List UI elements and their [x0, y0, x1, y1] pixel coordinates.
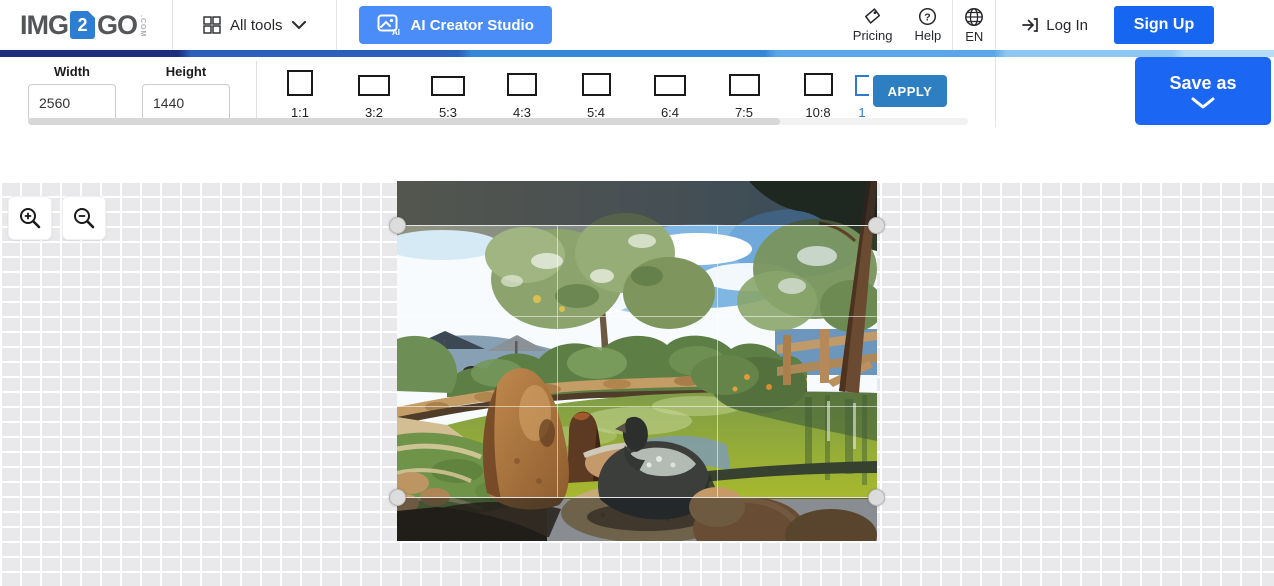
ratio-option-4-3[interactable]: 4:3 — [485, 64, 559, 120]
ratio-option-5-3[interactable]: 5:3 — [411, 64, 485, 120]
crop-grid-line — [397, 316, 877, 317]
crop-handle-bottom-left[interactable] — [389, 489, 406, 506]
pricing-link[interactable]: Pricing — [842, 7, 904, 43]
ratio-shape — [654, 64, 686, 96]
crop-handle-top-left[interactable] — [389, 217, 406, 234]
crop-handle-bottom-right[interactable] — [868, 489, 885, 506]
crop-handle-top-right[interactable] — [868, 217, 885, 234]
svg-text:?: ? — [925, 12, 931, 23]
chevron-down-icon — [1191, 97, 1215, 109]
globe-icon — [965, 7, 984, 26]
toolbar-scrollbar-thumb[interactable] — [28, 118, 780, 125]
apply-button[interactable]: APPLY — [873, 75, 947, 107]
all-tools-label: All tools — [230, 16, 283, 34]
ratio-shape — [507, 64, 537, 96]
ratio-option-1-1[interactable]: 1:1 — [263, 64, 337, 120]
pond-photo — [397, 181, 877, 541]
crop-shade-top — [397, 181, 877, 225]
ratio-shape — [581, 64, 611, 96]
ratio-option-10-8[interactable]: 10:8 — [781, 64, 855, 120]
img2go-logo[interactable]: IMG 2 GO .COM — [20, 11, 146, 39]
resize-toolbar: Width Height 1:13:25:34:35:46:47:510:8 1… — [0, 57, 1274, 127]
grid-icon — [203, 16, 221, 34]
header-divider — [335, 0, 337, 50]
zoom-controls — [8, 196, 106, 240]
save-as-button[interactable]: Save as — [1135, 57, 1271, 125]
width-field-group: Width — [28, 62, 116, 122]
ratio-option-6-4[interactable]: 6:4 — [633, 64, 707, 120]
height-input[interactable] — [142, 84, 230, 122]
zoom-out-icon — [74, 208, 95, 229]
height-label: Height — [165, 64, 207, 79]
svg-text:AI: AI — [392, 28, 400, 36]
ratio-shape — [358, 64, 390, 96]
language-selector[interactable]: EN — [953, 7, 995, 44]
toolbar-controls: Width Height 1:13:25:34:35:46:47:510:8 1… — [0, 57, 995, 127]
logo-tld: .COM — [139, 15, 147, 38]
ratio-shape — [803, 64, 833, 96]
ratio-shape — [287, 64, 313, 96]
zoom-in-icon — [20, 208, 41, 229]
sign-up-button[interactable]: Sign Up — [1114, 6, 1214, 44]
width-input[interactable] — [28, 84, 116, 122]
ratio-list: 1:1 3:2 5:3 4:3 5:4 6:4 7:5 10:8 — [263, 64, 855, 120]
header-gradient-bar — [0, 50, 1274, 57]
ai-creator-studio-button[interactable]: AI AI Creator Studio — [358, 6, 552, 44]
crop-border-bottom[interactable] — [397, 497, 877, 498]
pricing-label: Pricing — [852, 28, 893, 43]
editor-canvas — [0, 181, 1274, 586]
ratio-option-7-5[interactable]: 7:5 — [707, 64, 781, 120]
height-field-group: Height — [142, 62, 230, 122]
all-tools-menu[interactable]: All tools — [173, 16, 336, 34]
save-as-label: Save as — [1169, 73, 1237, 93]
ratio-option-selected-partial[interactable]: 1 — [855, 64, 869, 120]
chevron-down-icon — [291, 20, 306, 29]
crop-stage[interactable] — [389, 181, 885, 541]
ai-creator-studio-label: AI Creator Studio — [410, 16, 534, 34]
crop-grid-line — [557, 225, 558, 497]
price-tag-icon — [865, 8, 881, 24]
language-label: EN — [965, 28, 984, 44]
crop-shade-bottom — [397, 497, 877, 541]
logo-text-go: GO — [97, 10, 138, 40]
ratio-shape — [728, 64, 760, 96]
crop-grid-line — [397, 406, 877, 407]
ratio-shape — [431, 64, 465, 96]
logo-document-icon: 2 — [70, 11, 95, 39]
ratio-option-5-4[interactable]: 5:4 — [559, 64, 633, 120]
ai-image-icon: AI — [377, 14, 400, 36]
help-label: Help — [914, 28, 942, 43]
log-in-label: Log In — [1046, 16, 1088, 34]
crop-border-top[interactable] — [397, 225, 877, 226]
top-header: IMG 2 GO .COM All tools AI AI Creator St… — [0, 0, 1274, 50]
toolbar-scrollbar-track — [28, 118, 968, 125]
ratio-shape-clipped — [855, 64, 869, 96]
zoom-out-button[interactable] — [62, 196, 106, 240]
toolbar-divider — [256, 61, 257, 123]
help-link[interactable]: ? Help — [904, 7, 953, 43]
logo-text-img: IMG — [20, 10, 69, 40]
crop-grid-line — [717, 225, 718, 497]
width-label: Width — [54, 64, 90, 79]
question-circle-icon: ? — [919, 7, 937, 26]
log-in-link[interactable]: Log In — [996, 17, 1114, 34]
save-panel: Save as — [995, 57, 1274, 127]
zoom-in-button[interactable] — [8, 196, 52, 240]
ratio-option-3-2[interactable]: 3:2 — [337, 64, 411, 120]
log-in-icon — [1022, 18, 1039, 32]
